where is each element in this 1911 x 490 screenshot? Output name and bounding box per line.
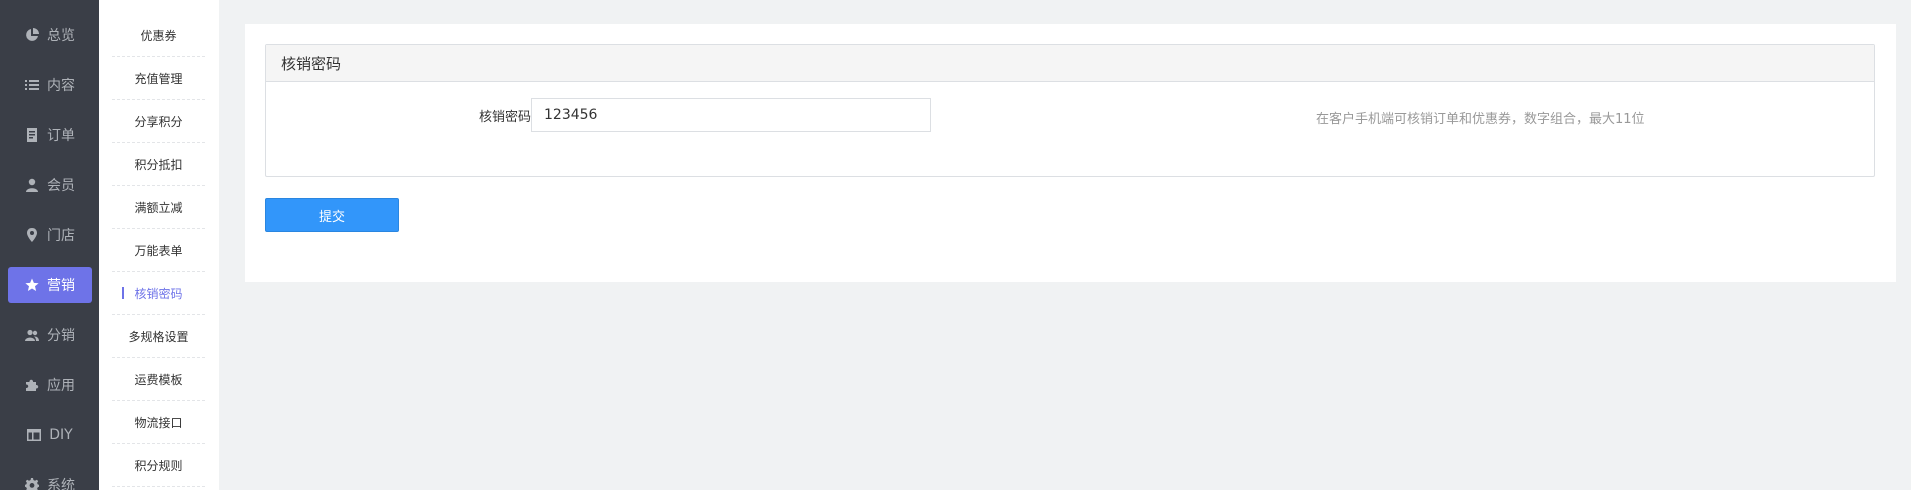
list-icon <box>25 78 39 92</box>
submenu-item-points-deduction[interactable]: 积分抵扣 <box>112 144 205 186</box>
nav-item-marketing[interactable]: 营销 <box>8 267 92 303</box>
submenu-item-full-reduction[interactable]: 满额立减 <box>112 187 205 229</box>
submenu-item-label: 物流接口 <box>134 416 183 430</box>
nav-item-label: 系统 <box>47 478 75 490</box>
submenu-item-label: 核销密码 <box>134 287 183 301</box>
nav-item-label: 门店 <box>47 228 75 244</box>
map-pin-icon <box>25 228 39 242</box>
nav-item-diy[interactable]: DIY <box>8 417 92 453</box>
pie-chart-icon <box>25 28 39 42</box>
nav-item-system[interactable]: 系统 <box>8 467 92 490</box>
submenu-item-logistics-api[interactable]: 物流接口 <box>112 402 205 444</box>
submenu: 优惠券 充值管理 分享积分 积分抵扣 满额立减 万能表单 核销密码 多规格设置 … <box>99 0 219 490</box>
primary-nav: 总览 内容 订单 会员 门店 营销 分销 应用 DIY 系统 <box>0 0 99 490</box>
submenu-item-label: 多规格设置 <box>128 330 189 344</box>
submenu-item-share-points[interactable]: 分享积分 <box>112 101 205 143</box>
submenu-item-multi-spec[interactable]: 多规格设置 <box>112 316 205 358</box>
puzzle-icon <box>25 378 39 392</box>
submenu-item-recharge[interactable]: 充值管理 <box>112 58 205 100</box>
star-icon <box>25 278 39 292</box>
submit-button[interactable]: 提交 <box>265 198 399 232</box>
nav-item-label: 订单 <box>47 128 75 144</box>
submenu-item-label: 充值管理 <box>134 72 183 86</box>
password-input[interactable] <box>531 98 931 132</box>
nav-item-label: 总览 <box>47 28 75 44</box>
nav-item-label: 应用 <box>47 378 75 394</box>
password-hint: 在客户手机端可核销订单和优惠券，数字组合，最大11位 <box>1316 112 1645 127</box>
submenu-item-label: 运费模板 <box>134 373 183 387</box>
submenu-item-points-rules[interactable]: 积分规则 <box>112 445 205 487</box>
nav-item-stores[interactable]: 门店 <box>8 217 92 253</box>
submenu-item-label: 优惠券 <box>140 29 177 43</box>
document-icon <box>25 128 39 142</box>
nav-item-label: DIY <box>49 427 73 443</box>
nav-item-label: 内容 <box>47 78 75 94</box>
active-marker <box>122 287 124 299</box>
submenu-item-label: 积分规则 <box>134 459 183 473</box>
submenu-item-label: 分享积分 <box>134 115 183 129</box>
submenu-item-coupons[interactable]: 优惠券 <box>112 15 205 57</box>
submenu-item-label: 满额立减 <box>134 201 183 215</box>
submenu-item-verification-password[interactable]: 核销密码 <box>112 273 205 315</box>
nav-item-orders[interactable]: 订单 <box>8 117 92 153</box>
gear-icon <box>25 478 39 490</box>
nav-item-label: 营销 <box>47 278 75 294</box>
layout-icon <box>27 428 42 442</box>
password-label: 核销密码 <box>478 110 531 125</box>
nav-item-distribution[interactable]: 分销 <box>8 317 92 353</box>
submenu-item-universal-form[interactable]: 万能表单 <box>112 230 205 272</box>
submenu-item-shipping-template[interactable]: 运费模板 <box>112 359 205 401</box>
panel-title: 核销密码 <box>266 45 1874 82</box>
nav-item-label: 会员 <box>47 178 75 194</box>
submenu-item-label: 万能表单 <box>134 244 183 258</box>
users-icon <box>25 328 39 342</box>
app-root: 总览 内容 订单 会员 门店 营销 分销 应用 DIY 系统 优惠券 充值管理 … <box>0 0 1911 490</box>
content-card: 核销密码 核销密码 在客户手机端可核销订单和优惠券，数字组合，最大11位 提交 <box>245 24 1896 282</box>
settings-panel: 核销密码 核销密码 在客户手机端可核销订单和优惠券，数字组合，最大11位 <box>265 44 1875 177</box>
nav-item-content[interactable]: 内容 <box>8 67 92 103</box>
nav-item-members[interactable]: 会员 <box>8 167 92 203</box>
submenu-item-label: 积分抵扣 <box>134 158 183 172</box>
user-icon <box>25 178 39 192</box>
nav-item-apps[interactable]: 应用 <box>8 367 92 403</box>
nav-item-overview[interactable]: 总览 <box>8 17 92 53</box>
nav-item-label: 分销 <box>47 328 75 344</box>
